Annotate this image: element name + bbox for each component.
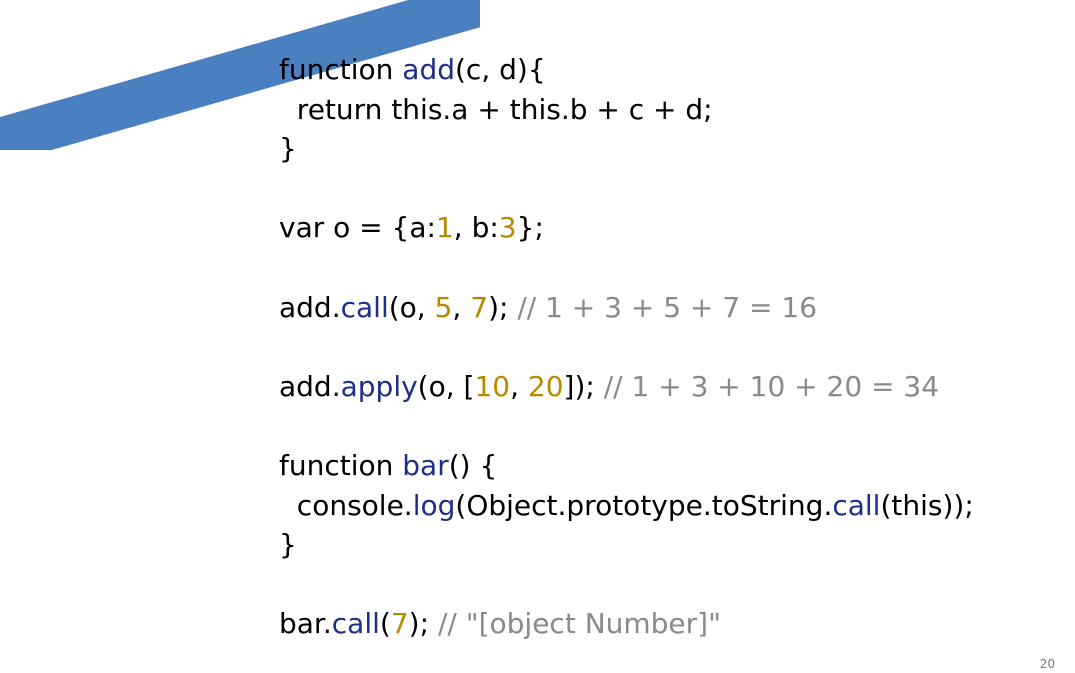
code-line-15: bar.call(7); // "[object Number]" [279,604,1039,644]
method-name: apply [340,369,418,403]
code-text: (o, [ [417,369,475,403]
code-text: ); [488,290,518,324]
code-text: } [279,528,297,562]
number-literal: 10 [474,369,511,403]
code-line-1: function add(c, d){ [279,50,1039,90]
code-line-7: add.call(o, 5, 7); // 1 + 3 + 5 + 7 = 16 [279,288,1039,328]
code-text: (o, [388,290,435,324]
code-text: , [510,369,528,403]
code-line-12: console.log(Object.prototype.toString.ca… [279,486,1039,526]
code-comment: // 1 + 3 + 10 + 20 = 34 [603,369,940,403]
method-name: call [331,607,380,641]
code-text: (c, d){ [455,53,546,86]
number-literal: 5 [434,290,453,324]
code-line-5: var o = {a:1, b:3}; [279,208,1039,248]
number-literal: 20 [527,369,564,403]
code-text: } [279,132,297,166]
number-literal: 1 [435,211,454,245]
code-line-3: } [279,129,1039,169]
code-text: (Object.prototype.toString. [455,488,833,522]
code-text: ]); [563,369,604,403]
code-text: add. [279,290,341,324]
code-text: }; [516,211,544,245]
code-text: function [279,53,403,86]
code-text: , [452,290,471,324]
code-text: , b: [453,211,499,245]
method-name: call [340,290,389,324]
number-literal: 3 [498,211,517,245]
code-comment: // 1 + 3 + 5 + 7 = 16 [517,290,818,324]
code-text: () { [448,448,498,482]
code-text: return this.a + this.b + c + d; [279,92,713,126]
code-text: ( [379,607,391,641]
code-line-2: return this.a + this.b + c + d; [279,90,1039,130]
number-literal: 7 [390,607,409,641]
page-number: 20 [1039,657,1055,671]
method-name: log [412,488,456,522]
function-name: bar [402,448,449,482]
code-text: (this)); [880,488,974,522]
code-text: var o = {a: [279,211,436,245]
code-text: function [279,448,403,482]
code-comment: // "[object Number]" [437,607,721,641]
code-text: bar. [279,607,332,641]
function-name: add [402,53,455,86]
number-literal: 7 [470,290,489,324]
code-block: function add(c, d){ return this.a + this… [279,50,1039,644]
code-text: add. [279,369,341,403]
code-line-9: add.apply(o, [10, 20]); // 1 + 3 + 10 + … [279,367,1039,407]
code-line-13: } [279,525,1039,565]
code-text: ); [408,607,438,641]
code-line-11: function bar() { [279,446,1039,486]
method-name: call [832,488,881,522]
code-text: console. [279,488,413,522]
